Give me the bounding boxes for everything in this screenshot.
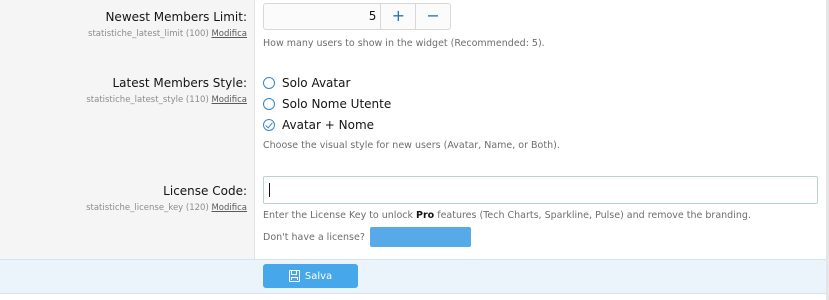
license-code-input[interactable]	[263, 176, 818, 204]
radio-option-solo-nome[interactable]: Solo Nome Utente	[263, 97, 391, 111]
text-caret	[269, 183, 270, 197]
settings-page: Newest Members Limit: statistiche_latest…	[0, 0, 829, 300]
radio-label: Avatar + Nome	[282, 118, 375, 132]
style-hint: Choose the visual style for new users (A…	[263, 140, 560, 151]
style-title: Latest Members Style:	[112, 76, 247, 90]
license-hint-text: Enter the License Key to unlock	[263, 210, 417, 221]
license-edit-link[interactable]: Modifica	[211, 203, 247, 213]
increment-button[interactable]: +	[381, 4, 415, 29]
style-edit-link[interactable]: Modifica	[211, 95, 247, 105]
limit-label-block: Newest Members Limit: statistiche_latest…	[88, 10, 247, 39]
decrement-button[interactable]: −	[415, 4, 450, 29]
radio-unchecked-icon[interactable]	[263, 77, 275, 89]
radio-checked-icon[interactable]	[263, 119, 275, 131]
radio-label: Solo Nome Utente	[282, 97, 392, 111]
license-label-block: License Code: statistiche_license_key (1…	[86, 184, 247, 213]
license-sub: statistiche_license_key (120) Modifica	[86, 203, 247, 213]
no-license-line: Don't have a license?	[263, 227, 471, 247]
limit-title: Newest Members Limit:	[105, 10, 247, 24]
style-label-block: Latest Members Style: statistiche_latest…	[86, 76, 247, 105]
license-hint-text-end: features (Tech Charts, Sparkline, Pulse)…	[434, 210, 751, 221]
license-title: License Code:	[163, 184, 247, 198]
no-license-text: Don't have a license?	[263, 231, 365, 243]
limit-edit-link[interactable]: Modifica	[211, 29, 247, 39]
limit-sub: statistiche_latest_limit (100) Modifica	[88, 29, 247, 39]
save-label: Salva	[304, 270, 333, 282]
save-icon	[288, 270, 300, 282]
get-license-button[interactable]	[369, 227, 471, 247]
limit-key: statistiche_latest_limit (100)	[88, 29, 209, 39]
radio-label: Solo Avatar	[282, 76, 351, 90]
radio-option-avatar-nome[interactable]: Avatar + Nome	[263, 118, 374, 132]
radio-option-solo-avatar[interactable]: Solo Avatar	[263, 76, 350, 90]
save-button[interactable]: Salva	[263, 264, 358, 288]
license-hint: Enter the License Key to unlock Pro feat…	[263, 210, 751, 221]
limit-hint: How many users to show in the widget (Re…	[263, 38, 545, 49]
license-key: statistiche_license_key (120)	[86, 203, 209, 213]
limit-value-input[interactable]: 5	[264, 4, 382, 29]
style-key: statistiche_latest_style (110)	[86, 95, 209, 105]
style-sub: statistiche_latest_style (110) Modifica	[86, 95, 247, 105]
limit-stepper[interactable]: 5 + −	[263, 3, 451, 30]
license-hint-bold: Pro	[416, 210, 435, 221]
form-footer: Salva	[0, 259, 826, 294]
radio-unchecked-icon[interactable]	[263, 98, 275, 110]
